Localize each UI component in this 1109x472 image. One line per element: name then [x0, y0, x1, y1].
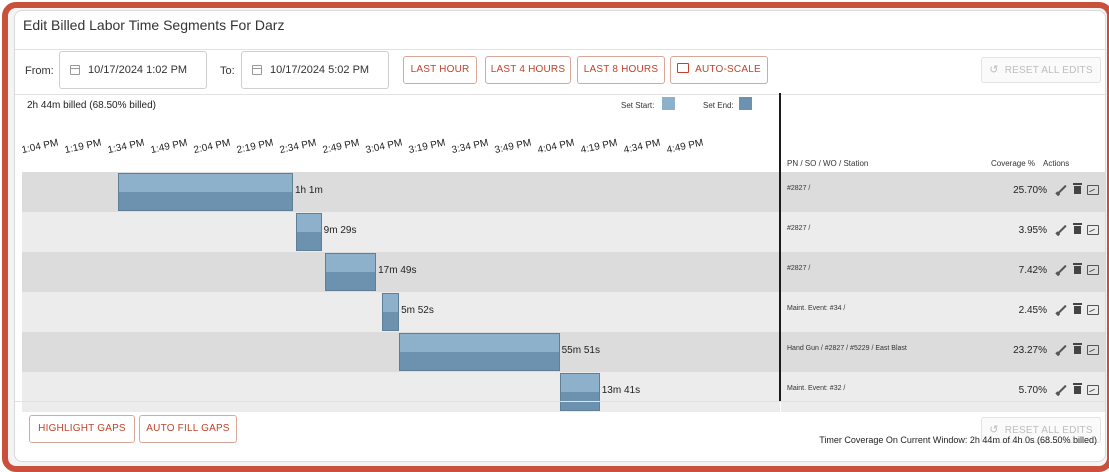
coverage-cell: 7.42% — [1018, 265, 1047, 276]
edit-icon[interactable] — [1057, 304, 1067, 315]
time-tick: 4:04 PM — [536, 137, 576, 156]
highlight-gaps-button[interactable]: HIGHLIGHT GAPS — [29, 415, 135, 443]
time-tick: 2:04 PM — [192, 137, 232, 156]
set-end-swatch[interactable] — [739, 97, 752, 110]
coverage-header: Coverage % — [991, 159, 1036, 168]
last-4-hours-button[interactable]: LAST 4 HOURS — [485, 56, 571, 84]
delete-icon[interactable] — [1073, 383, 1082, 394]
to-label: To: — [220, 65, 235, 77]
edit-icon[interactable] — [1057, 384, 1067, 395]
calendar-icon — [70, 65, 80, 75]
auto-scale-label: AUTO-SCALE — [695, 64, 761, 75]
coverage-cell: 2.45% — [1018, 305, 1047, 316]
time-filter-bar: From: 10/17/2024 1:02 PM To: 10/17/2024 … — [15, 49, 1105, 95]
edit-icon[interactable] — [1057, 344, 1067, 355]
to-date-value: 10/17/2024 5:02 PM — [270, 64, 370, 76]
segment-duration: 9m 29s — [323, 225, 357, 236]
from-date-field[interactable]: 10/17/2024 1:02 PM — [59, 51, 207, 89]
calendar-icon — [252, 65, 262, 75]
segment-bar[interactable] — [381, 293, 400, 331]
view-chart-icon[interactable] — [1087, 185, 1099, 195]
time-tick: 4:34 PM — [622, 137, 662, 156]
edit-icon[interactable] — [1057, 224, 1067, 235]
segment-table: PN / SO / WO / Station Coverage % Action… — [781, 93, 1105, 412]
delete-icon[interactable] — [1073, 303, 1082, 314]
coverage-cell: 23.27% — [1013, 345, 1047, 356]
time-tick: 3:19 PM — [407, 137, 447, 156]
pn-cell: #2827 / — [787, 185, 811, 192]
pn-cell: Hand Gun / #2827 / #5229 / East Blast — [787, 345, 907, 352]
coverage-cell: 25.70% — [1013, 185, 1047, 196]
table-row: Maint. Event: #34 / 2.45% — [781, 292, 1105, 332]
segment-bar[interactable] — [295, 213, 322, 251]
view-chart-icon[interactable] — [1087, 345, 1099, 355]
auto-scale-icon — [677, 63, 690, 73]
from-date-value: 10/17/2024 1:02 PM — [88, 64, 188, 76]
time-tick: 3:49 PM — [493, 137, 533, 156]
billed-summary: 2h 44m billed (68.50% billed) — [27, 100, 156, 111]
segment-duration: 13m 41s — [601, 385, 641, 396]
pn-cell: #2827 / — [787, 225, 811, 232]
to-date-field[interactable]: 10/17/2024 5:02 PM — [241, 51, 389, 89]
view-chart-icon[interactable] — [1087, 385, 1099, 395]
set-start-swatch[interactable] — [662, 97, 675, 110]
reset-icon: ↺ — [989, 64, 999, 76]
auto-fill-gaps-button[interactable]: AUTO FILL GAPS — [139, 415, 237, 443]
edit-icon[interactable] — [1057, 264, 1067, 275]
segment-rows: 1h 1m 9m 29s 17m 49s 5m 52s 55m 51s 13m 41s — [22, 172, 780, 412]
timeline-chart: 2h 44m billed (68.50% billed) Set Start:… — [15, 93, 780, 412]
time-tick: 3:04 PM — [364, 137, 404, 156]
segment-duration: 17m 49s — [378, 265, 417, 276]
actions-header: Actions — [1043, 159, 1070, 168]
pn-cell: Maint. Event: #32 / — [787, 385, 846, 392]
delete-icon[interactable] — [1073, 223, 1082, 234]
reset-all-edits-button[interactable]: ↺ RESET ALL EDITS — [981, 57, 1101, 83]
last-8-hours-button[interactable]: LAST 8 HOURS — [577, 56, 665, 84]
last-hour-button[interactable]: LAST HOUR — [403, 56, 477, 84]
time-tick: 1:19 PM — [63, 137, 103, 156]
edit-segments-dialog: Edit Billed Labor Time Segments For Darz… — [14, 10, 1106, 462]
view-chart-icon[interactable] — [1087, 265, 1099, 275]
set-start-label: Set Start: — [621, 101, 655, 110]
delete-icon[interactable] — [1073, 183, 1082, 194]
time-tick: 2:19 PM — [235, 137, 275, 156]
segment-duration: 5m 52s — [401, 305, 434, 316]
segment-bar[interactable] — [399, 333, 560, 371]
coverage-cell: 3.95% — [1018, 225, 1047, 236]
reset-label: RESET ALL EDITS — [1004, 65, 1093, 76]
table-row: #2827 / 7.42% — [781, 252, 1105, 292]
delete-icon[interactable] — [1073, 343, 1082, 354]
from-label: From: — [25, 65, 54, 77]
segment-duration: 55m 51s — [561, 345, 600, 356]
pn-cell: Maint. Event: #34 / — [787, 305, 846, 312]
timer-coverage-text: Timer Coverage On Current Window: 2h 44m… — [819, 435, 1097, 445]
table-row: #2827 / 25.70% — [781, 172, 1105, 212]
dialog-title: Edit Billed Labor Time Segments For Darz — [23, 17, 285, 33]
time-tick: 1:04 PM — [20, 137, 60, 156]
view-chart-icon[interactable] — [1087, 305, 1099, 315]
auto-scale-button[interactable]: AUTO-SCALE — [670, 56, 768, 84]
time-tick: 1:49 PM — [149, 137, 189, 156]
footer-bar: HIGHLIGHT GAPS AUTO FILL GAPS ↺ RESET ALL… — [15, 401, 1105, 462]
time-tick: 2:49 PM — [321, 137, 361, 156]
coverage-cell: 5.70% — [1018, 385, 1047, 396]
delete-icon[interactable] — [1073, 263, 1082, 274]
timeline-row — [22, 212, 780, 252]
table-row: Hand Gun / #2827 / #5229 / East Blast 23.… — [781, 332, 1105, 372]
view-chart-icon[interactable] — [1087, 225, 1099, 235]
time-tick: 3:34 PM — [450, 137, 490, 156]
time-tick: 2:34 PM — [278, 137, 318, 156]
time-tick: 1:34 PM — [106, 137, 146, 156]
pn-header: PN / SO / WO / Station — [787, 159, 869, 168]
set-end-label: Set End: — [703, 101, 734, 110]
segment-bar[interactable] — [118, 173, 293, 211]
segment-bar[interactable] — [324, 253, 377, 291]
table-row: #2827 / 3.95% — [781, 212, 1105, 252]
segment-duration: 1h 1m — [295, 185, 323, 196]
edit-icon[interactable] — [1057, 184, 1067, 195]
time-tick: 4:19 PM — [579, 137, 619, 156]
time-tick: 4:49 PM — [665, 137, 705, 156]
pn-cell: #2827 / — [787, 265, 811, 272]
